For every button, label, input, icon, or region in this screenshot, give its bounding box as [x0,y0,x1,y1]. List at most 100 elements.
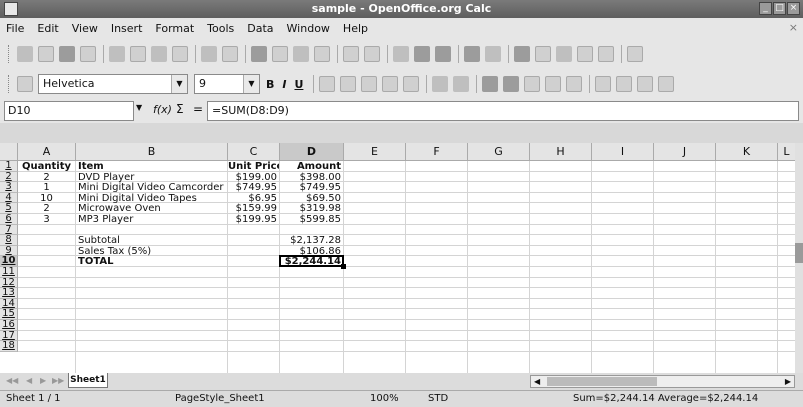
hyperlink-icon[interactable] [393,46,409,62]
horizontal-scrollbar[interactable]: ◀ ▶ [530,375,795,388]
text-direction-ltr-icon[interactable] [432,76,449,92]
cell-b5[interactable]: Microwave Oven [76,203,227,214]
data-sources-icon[interactable] [577,46,593,62]
function-icon[interactable]: = [193,102,203,116]
row-header-16[interactable]: 16 [0,320,18,331]
styles-icon[interactable] [17,76,33,92]
cell-b1[interactable]: Item [76,161,227,171]
column-header-i[interactable]: I [592,143,654,161]
close-document-icon[interactable]: × [789,21,798,34]
borders-icon[interactable] [637,76,654,92]
italic-button[interactable]: I [282,78,286,91]
menu-edit[interactable]: Edit [37,22,58,35]
last-sheet-icon[interactable]: ▶▶ [52,376,64,385]
row-header-11[interactable]: 11 [0,267,18,278]
column-header-a[interactable]: A [18,143,76,161]
column-header-l[interactable]: L [778,143,796,161]
font-size-select[interactable]: 9 ▼ [194,74,260,94]
email-icon[interactable] [80,46,96,62]
next-sheet-icon[interactable]: ▶ [40,376,46,385]
cell-d8[interactable]: $2,137.28 [280,235,343,245]
standard-format-icon[interactable] [524,76,541,92]
cell-d3[interactable]: $749.95 [280,182,343,192]
chevron-down-icon[interactable]: ▼ [243,75,259,93]
paste-icon[interactable] [293,46,309,62]
menu-file[interactable]: File [6,22,24,35]
cell-b6[interactable]: MP3 Player [76,214,227,224]
print-icon[interactable] [151,46,167,62]
cell-c2[interactable]: $199.00 [228,172,279,182]
column-header-e[interactable]: E [344,143,406,161]
cell-d6[interactable]: $599.85 [280,214,343,224]
function-wizard-icon[interactable]: f(x) [153,103,172,116]
cell-a3[interactable]: 1 [18,182,75,192]
page-style[interactable]: PageStyle_Sheet1 [175,393,265,404]
close-window-button[interactable]: × [787,2,800,15]
menu-tools[interactable]: Tools [207,22,234,35]
font-name-select[interactable]: Helvetica ▼ [38,74,188,94]
justify-icon[interactable] [382,76,399,92]
merge-cells-icon[interactable] [403,76,420,92]
sum-icon[interactable]: Σ [176,102,184,116]
menu-format[interactable]: Format [155,22,194,35]
delete-decimal-icon[interactable] [566,76,583,92]
selection-mode[interactable]: STD [428,393,448,404]
scrollbar-thumb[interactable] [547,377,657,386]
column-header-c[interactable]: C [228,143,280,161]
edit-file-icon[interactable] [109,46,125,62]
column-header-d[interactable]: D [280,143,344,161]
currency-format-icon[interactable] [482,76,499,92]
cell-b10[interactable]: TOTAL [76,256,227,267]
cell-c1[interactable]: Unit Price [228,161,279,171]
cell-a1[interactable]: Quantity [18,161,75,171]
sheet-tab[interactable]: Sheet1 [68,373,108,388]
select-all-corner[interactable] [0,143,18,161]
cell-a6[interactable]: 3 [18,214,75,224]
bold-button[interactable]: B [266,78,274,91]
sort-descending-icon[interactable] [435,46,451,62]
menu-help[interactable]: Help [343,22,368,35]
column-header-k[interactable]: K [716,143,778,161]
new-document-icon[interactable] [17,46,33,62]
column-header-g[interactable]: G [468,143,530,161]
scrollbar-thumb[interactable] [795,243,803,263]
cell-d5[interactable]: $319.98 [280,203,343,214]
percent-format-icon[interactable] [503,76,520,92]
cell-d2[interactable]: $398.00 [280,172,343,182]
cell-c5[interactable]: $159.99 [228,203,279,214]
cell-d4[interactable]: $69.50 [280,193,343,203]
cell-b2[interactable]: DVD Player [76,172,227,182]
spreadsheet-grid[interactable]: A B C D E F G H I J K L 1 2 3 4 5 6 7 8 9 10 11 12 13 14 15 16 17 18 Q… [0,143,803,373]
cell-d1[interactable]: Amount [280,161,343,171]
column-header-f[interactable]: F [406,143,468,161]
column-header-j[interactable]: J [654,143,716,161]
add-decimal-icon[interactable] [545,76,562,92]
vertical-scrollbar[interactable] [795,143,803,373]
cell-b3[interactable]: Mini Digital Video Camcorder [76,182,227,192]
fill-handle[interactable] [341,263,346,269]
cut-icon[interactable] [251,46,267,62]
minimize-button[interactable]: _ [759,2,772,15]
cell-b8[interactable]: Subtotal [76,235,227,245]
menu-window[interactable]: Window [287,22,330,35]
menu-view[interactable]: View [72,22,98,35]
redo-icon[interactable] [364,46,380,62]
clone-formatting-icon[interactable] [314,46,330,62]
background-color-icon[interactable] [658,76,675,92]
row-header-18[interactable]: 18 [0,341,18,352]
zoom-icon[interactable] [598,46,614,62]
first-sheet-icon[interactable]: ◀◀ [6,376,18,385]
spellcheck-icon[interactable] [201,46,217,62]
scroll-left-icon[interactable]: ◀ [534,376,540,387]
zoom-level[interactable]: 100% [370,393,399,404]
sort-ascending-icon[interactable] [414,46,430,62]
save-icon[interactable] [59,46,75,62]
cell-b4[interactable]: Mini Digital Video Tapes [76,193,227,203]
prev-sheet-icon[interactable]: ◀ [26,376,32,385]
gallery-icon[interactable] [556,46,572,62]
cell-c4[interactable]: $6.95 [228,193,279,203]
row-header-6[interactable]: 6 [0,214,18,225]
draw-functions-icon[interactable] [485,46,501,62]
open-icon[interactable] [38,46,54,62]
autospellcheck-icon[interactable] [222,46,238,62]
